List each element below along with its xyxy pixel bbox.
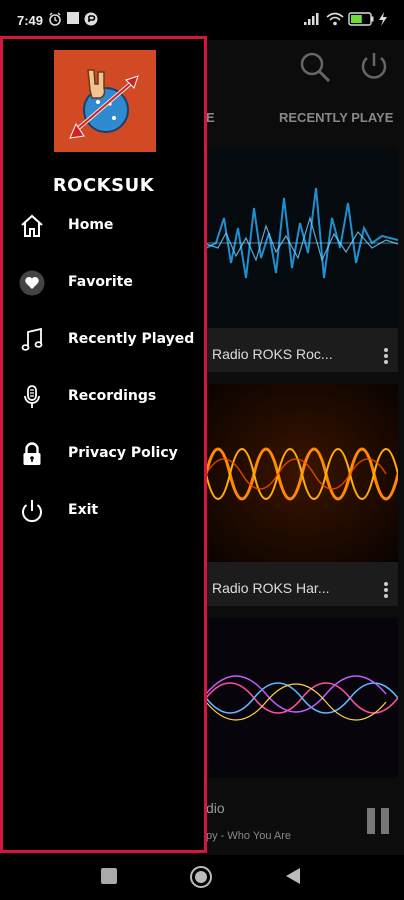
status-bar: 7:49 [0,0,404,40]
battery-icon [348,12,374,26]
music-note-icon [21,327,43,351]
tab-recently-played[interactable]: RECENTLY PLAYE [279,110,393,125]
drawer-item-exit[interactable]: Exit [3,486,204,536]
tab-home[interactable]: E [206,110,215,125]
power-button-icon[interactable] [358,50,390,82]
square-notification-icon [67,12,79,24]
station-card[interactable]: Radio ROKS Roc... [206,148,398,372]
pause-button[interactable] [367,808,389,834]
drawer-item-favorite[interactable]: Favorite [3,258,204,308]
station-title: Radio ROKS Har... [212,580,330,596]
drawer-item-label: Exit [68,502,99,518]
more-options-icon[interactable] [384,348,388,366]
microphone-icon [24,385,40,408]
recents-button-icon[interactable] [101,868,117,884]
drawer-item-label: Home [68,217,114,233]
status-time: 7:49 [17,13,44,28]
station-card[interactable]: Radio ROKS Har... [206,384,398,606]
rocksuk-logo [54,50,156,152]
heart-icon [19,270,45,296]
more-options-icon[interactable] [384,582,388,600]
app-notification-icon [84,12,98,26]
power-icon [22,500,42,523]
drawer-item-label: Recordings [68,388,157,404]
alarm-icon [49,12,61,26]
now-playing-subtitle: py - Who You Are [206,830,291,842]
station-artwork [206,148,398,328]
app-brand-name: ROCKSUK [52,175,155,196]
drawer-item-label: Recently Played [68,331,195,347]
lock-icon [23,442,41,465]
wifi-icon [326,12,344,26]
drawer-item-label: Favorite [68,274,133,290]
now-playing-title: dio [206,800,225,816]
station-artwork [206,618,398,778]
home-button-icon[interactable] [189,865,213,889]
drawer-item-recently-played[interactable]: Recently Played [3,315,204,365]
navigation-drawer: ROCKSUK Home Favorite Recently Played Re… [0,36,207,853]
search-icon[interactable] [298,50,332,84]
system-navigation-bar [0,855,404,900]
home-icon [21,214,43,237]
drawer-item-recordings[interactable]: Recordings [3,372,204,422]
station-artwork [206,384,398,562]
drawer-item-home[interactable]: Home [3,201,204,251]
back-button-icon[interactable] [283,866,303,886]
signal-icon [304,13,319,25]
station-title: Radio ROKS Roc... [212,346,333,362]
drawer-item-privacy-policy[interactable]: Privacy Policy [3,429,204,479]
drawer-item-label: Privacy Policy [68,445,178,461]
charging-icon [379,12,387,26]
station-card[interactable] [206,618,398,778]
